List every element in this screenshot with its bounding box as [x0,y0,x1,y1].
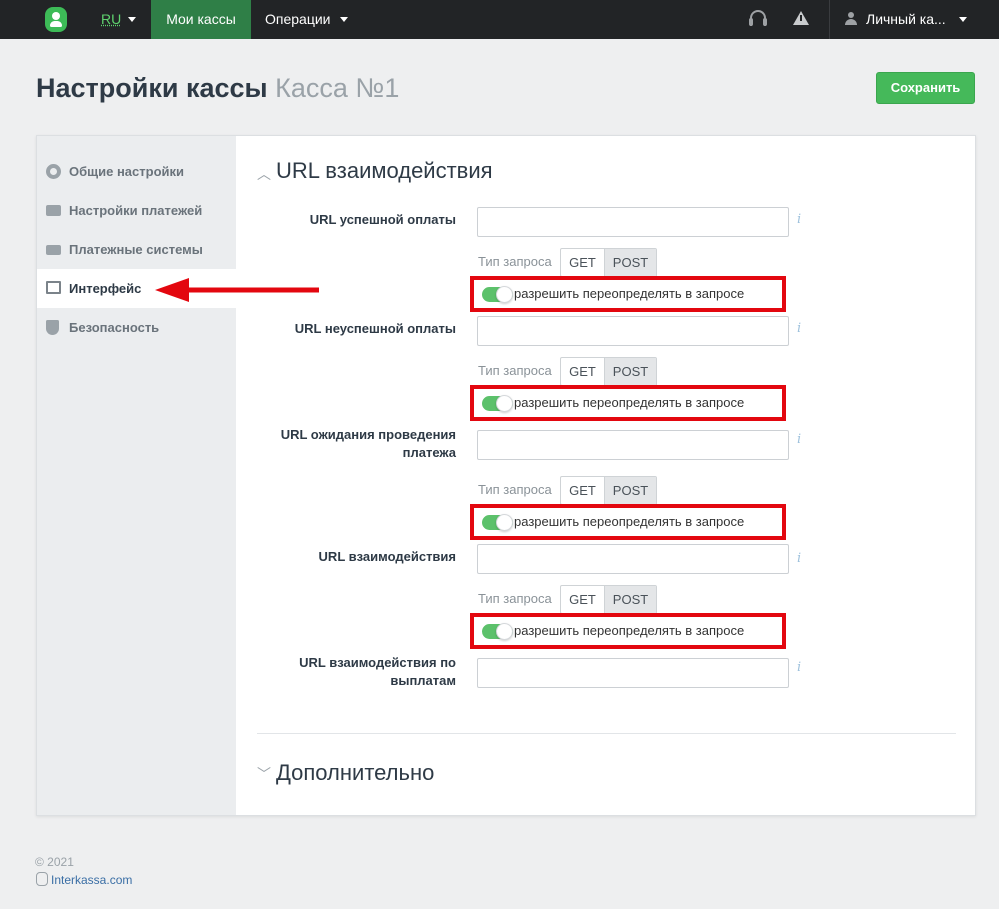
post-button[interactable]: POST [604,477,656,504]
settings-card: Общие настройки Настройки платежей Плате… [36,135,976,816]
shield-icon [46,320,59,335]
section-divider [257,733,956,734]
page-title-text: Настройки кассы [36,73,268,103]
request-type-label: Тип запроса [478,482,552,497]
sidebar-item-label: Общие настройки [69,164,184,179]
card-icon [46,205,61,216]
fail-url-input[interactable] [477,316,789,346]
sidebar-item-label: Платежные системы [69,242,203,257]
request-type-toggle: GET POST [560,357,657,386]
request-type-toggle: GET POST [560,476,657,505]
sidebar-item-general[interactable]: Общие настройки [37,152,236,191]
post-button[interactable]: POST [604,586,656,613]
save-button[interactable]: Сохранить [876,72,975,104]
nav-my-cashes[interactable]: Мои кассы [151,0,251,39]
override-label: разрешить переопределять в запросе [514,514,745,529]
override-label: разрешить переопределять в запросе [514,395,745,410]
chevron-down-icon [959,17,967,22]
post-button[interactable]: POST [604,249,656,276]
annotation-arrow-icon [155,278,319,302]
info-icon[interactable]: i [797,321,801,336]
footer-link[interactable]: Interkassa.com [51,873,132,887]
get-button[interactable]: GET [561,249,604,276]
chevron-down-icon [128,17,136,22]
gear-icon [46,164,61,179]
chevron-down-icon [340,17,348,22]
field-label-payout-url: URL взаимодействия по выплатам [299,655,456,688]
info-icon[interactable]: i [797,212,801,227]
info-icon[interactable]: i [797,660,801,675]
navbar-divider [829,0,830,39]
footer-copyright: © 2021 [35,855,74,869]
sidebar-item-label: Безопасность [69,320,160,335]
highlight-box: разрешить переопределять в запросе [470,385,786,421]
highlight-box: разрешить переопределять в запросе [470,276,786,312]
override-toggle[interactable] [482,286,513,303]
get-button[interactable]: GET [561,477,604,504]
page-subtitle: Касса №1 [275,73,400,103]
request-type-label: Тип запроса [478,591,552,606]
post-button[interactable]: POST [604,358,656,385]
request-type-toggle: GET POST [560,585,657,614]
request-type-label: Тип запроса [478,363,552,378]
field-label-success-url: URL успешной оплаты [309,212,456,227]
field-label-interaction-url: URL взаимодействия [318,549,456,564]
sidebar-item-label: Настройки платежей [69,203,203,218]
account-menu[interactable]: Личный ка... [866,0,946,38]
section-title-url[interactable]: URL взаимодействия [276,158,493,184]
highlight-box: разрешить переопределять в запросе [470,613,786,649]
override-label: разрешить переопределять в запросе [514,623,745,638]
window-icon [46,281,61,294]
request-type-toggle: GET POST [560,248,657,277]
override-label: разрешить переопределять в запросе [514,286,745,301]
info-icon[interactable]: i [797,551,801,566]
override-toggle[interactable] [482,623,513,640]
payout-url-input[interactable] [477,658,789,688]
section-title-additional[interactable]: Дополнительно [276,760,434,786]
get-button[interactable]: GET [561,358,604,385]
get-button[interactable]: GET [561,586,604,613]
user-icon [845,12,857,26]
support-headset-icon[interactable] [749,10,767,26]
interkassa-logo-icon[interactable] [45,7,67,32]
settings-sidebar: Общие настройки Настройки платежей Плате… [37,136,236,815]
nav-operations[interactable]: Операции [265,0,331,39]
chevron-up-icon[interactable]: ︿ [257,164,271,184]
top-navbar: RU Мои кассы Операции Личный ка... [0,0,999,39]
override-toggle[interactable] [482,395,513,412]
field-label-fail-url: URL неуспешной оплаты [294,321,456,336]
money-icon [46,245,61,255]
warning-icon[interactable] [793,11,809,25]
info-icon[interactable]: i [797,432,801,447]
page-title: Настройки кассы Касса №1 [36,73,399,104]
sidebar-item-payment-settings[interactable]: Настройки платежей [37,191,236,230]
sidebar-item-payment-systems[interactable]: Платежные системы [37,230,236,269]
sidebar-item-label: Интерфейс [69,281,142,296]
language-selector[interactable]: RU [101,11,121,27]
field-label-pending-url: URL ожидания проведения платежа [280,427,456,460]
override-toggle[interactable] [482,514,513,531]
chevron-down-icon[interactable]: ﹀ [257,764,271,784]
interaction-url-input[interactable] [477,544,789,574]
success-url-input[interactable] [477,207,789,237]
request-type-label: Тип запроса [478,254,552,269]
interkassa-small-icon [36,872,48,886]
pending-url-input[interactable] [477,430,789,460]
sidebar-item-security[interactable]: Безопасность [37,308,236,347]
highlight-box: разрешить переопределять в запросе [470,504,786,540]
